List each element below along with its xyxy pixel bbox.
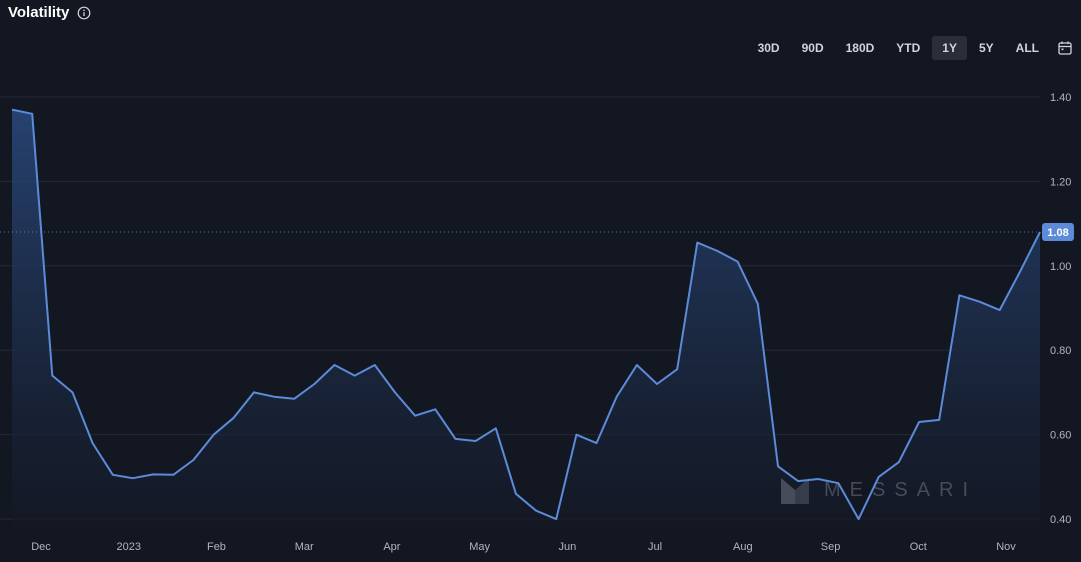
y-tick-label: 0.40 [1050, 514, 1071, 526]
range-button-all[interactable]: ALL [1006, 36, 1049, 60]
y-axis: 1.40 1.20 1.00 0.80 0.60 0.40 [1050, 92, 1071, 526]
range-button-ytd[interactable]: YTD [886, 36, 930, 60]
x-tick-label: Sep [821, 541, 841, 553]
x-tick-label: Aug [733, 541, 753, 553]
x-tick-label: Dec [31, 541, 51, 553]
range-button-1y[interactable]: 1Y [932, 36, 967, 60]
range-button-180d[interactable]: 180D [836, 36, 885, 60]
series-line-path [11, 108, 1041, 521]
x-tick-label: Jun [558, 541, 576, 553]
x-tick-label: Jul [648, 541, 662, 553]
y-tick-label: 0.80 [1050, 345, 1071, 357]
x-tick-label: May [469, 541, 490, 553]
last-value-badge: 1.08 [1042, 223, 1074, 241]
y-tick-label: 1.20 [1050, 176, 1071, 188]
x-tick-label: Oct [910, 541, 927, 553]
x-tick-label: 2023 [116, 541, 140, 553]
last-value-badge-text: 1.08 [1047, 227, 1068, 239]
chart-panel: Volatility MESSARI 1.40 1.20 1.00 0.80 0.60 0… [0, 0, 1081, 562]
x-tick-label: Feb [207, 541, 226, 553]
range-button-90d[interactable]: 90D [792, 36, 834, 60]
range-button-5y[interactable]: 5Y [969, 36, 1004, 60]
series-line [11, 108, 1041, 521]
x-tick-label: Nov [996, 541, 1016, 553]
y-tick-label: 1.00 [1050, 261, 1071, 273]
calendar-icon[interactable] [1057, 40, 1073, 56]
grid-lines [0, 96, 1040, 520]
volatility-chart: MESSARI 1.401.201.000.800.600.40 Dec 2023… [0, 92, 1074, 553]
y-tick-label: 1.40 [1050, 92, 1071, 104]
x-tick-label: Mar [295, 541, 314, 553]
y-tick-label: 0.60 [1050, 430, 1071, 442]
range-button-30d[interactable]: 30D [748, 36, 790, 60]
x-axis: Dec 2023 Feb Mar Apr May Jun Jul Aug Sep Oct Nov [31, 541, 1016, 553]
x-tick-label: Apr [383, 541, 400, 553]
range-selector: 30D 90D 180D YTD 1Y 5Y ALL [748, 36, 1073, 60]
